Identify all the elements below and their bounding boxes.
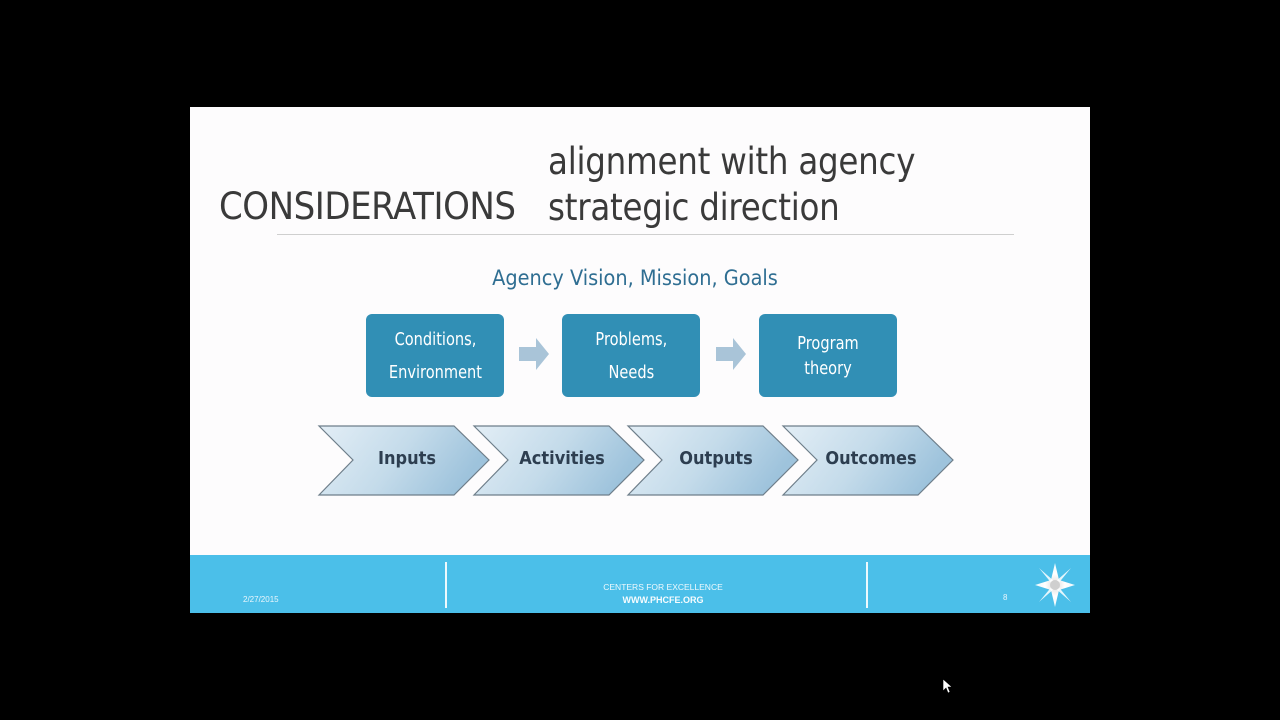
flow-box-program-theory: Program theory: [759, 314, 897, 397]
footer-divider: [445, 562, 447, 608]
right-arrow-icon: [716, 338, 746, 370]
footer-divider: [866, 562, 868, 608]
slide-title: CONSIDERATIONS: [219, 185, 516, 228]
subtitle-line-1: alignment with agency: [548, 140, 916, 183]
chevron-label-outcomes: Outcomes: [825, 448, 917, 469]
footer-org: CENTERS FOR EXCELLENCE: [603, 582, 723, 592]
slide-subtitle: alignment with agency strategic directio…: [548, 139, 915, 231]
agency-heading: Agency Vision, Mission, Goals: [492, 266, 778, 290]
subtitle-line-2: strategic direction: [548, 186, 840, 229]
chevron-label-inputs: Inputs: [377, 448, 437, 469]
star-burst-logo-icon: [1035, 563, 1075, 607]
right-arrow-icon: [519, 338, 549, 370]
presentation-slide: CONSIDERATIONS alignment with agency str…: [190, 107, 1090, 613]
flow-box-conditions: Conditions, Environment: [366, 314, 504, 397]
footer-date: 2/27/2015: [243, 595, 279, 604]
mouse-cursor-icon: [943, 679, 953, 694]
chevron-label-activities: Activities: [519, 448, 605, 469]
title-divider: [277, 234, 1014, 235]
flow-box-problems: Problems, Needs: [562, 314, 700, 397]
flow-box-line: Problems,: [595, 328, 667, 350]
chevron-label-outputs: Outputs: [679, 448, 753, 469]
footer-page-number: 8: [1003, 593, 1008, 602]
flow-box-line: theory: [804, 357, 852, 379]
flow-box-line: Environment: [388, 361, 482, 383]
footer-url: WWW.PHCFE.ORG: [622, 595, 704, 605]
slide-footer: 2/27/2015 CENTERS FOR EXCELLENCE WWW.PHC…: [190, 555, 1090, 613]
flow-box-line: Needs: [608, 361, 654, 383]
flow-box-line: Program: [797, 332, 859, 354]
flow-box-line: Conditions,: [394, 328, 476, 350]
